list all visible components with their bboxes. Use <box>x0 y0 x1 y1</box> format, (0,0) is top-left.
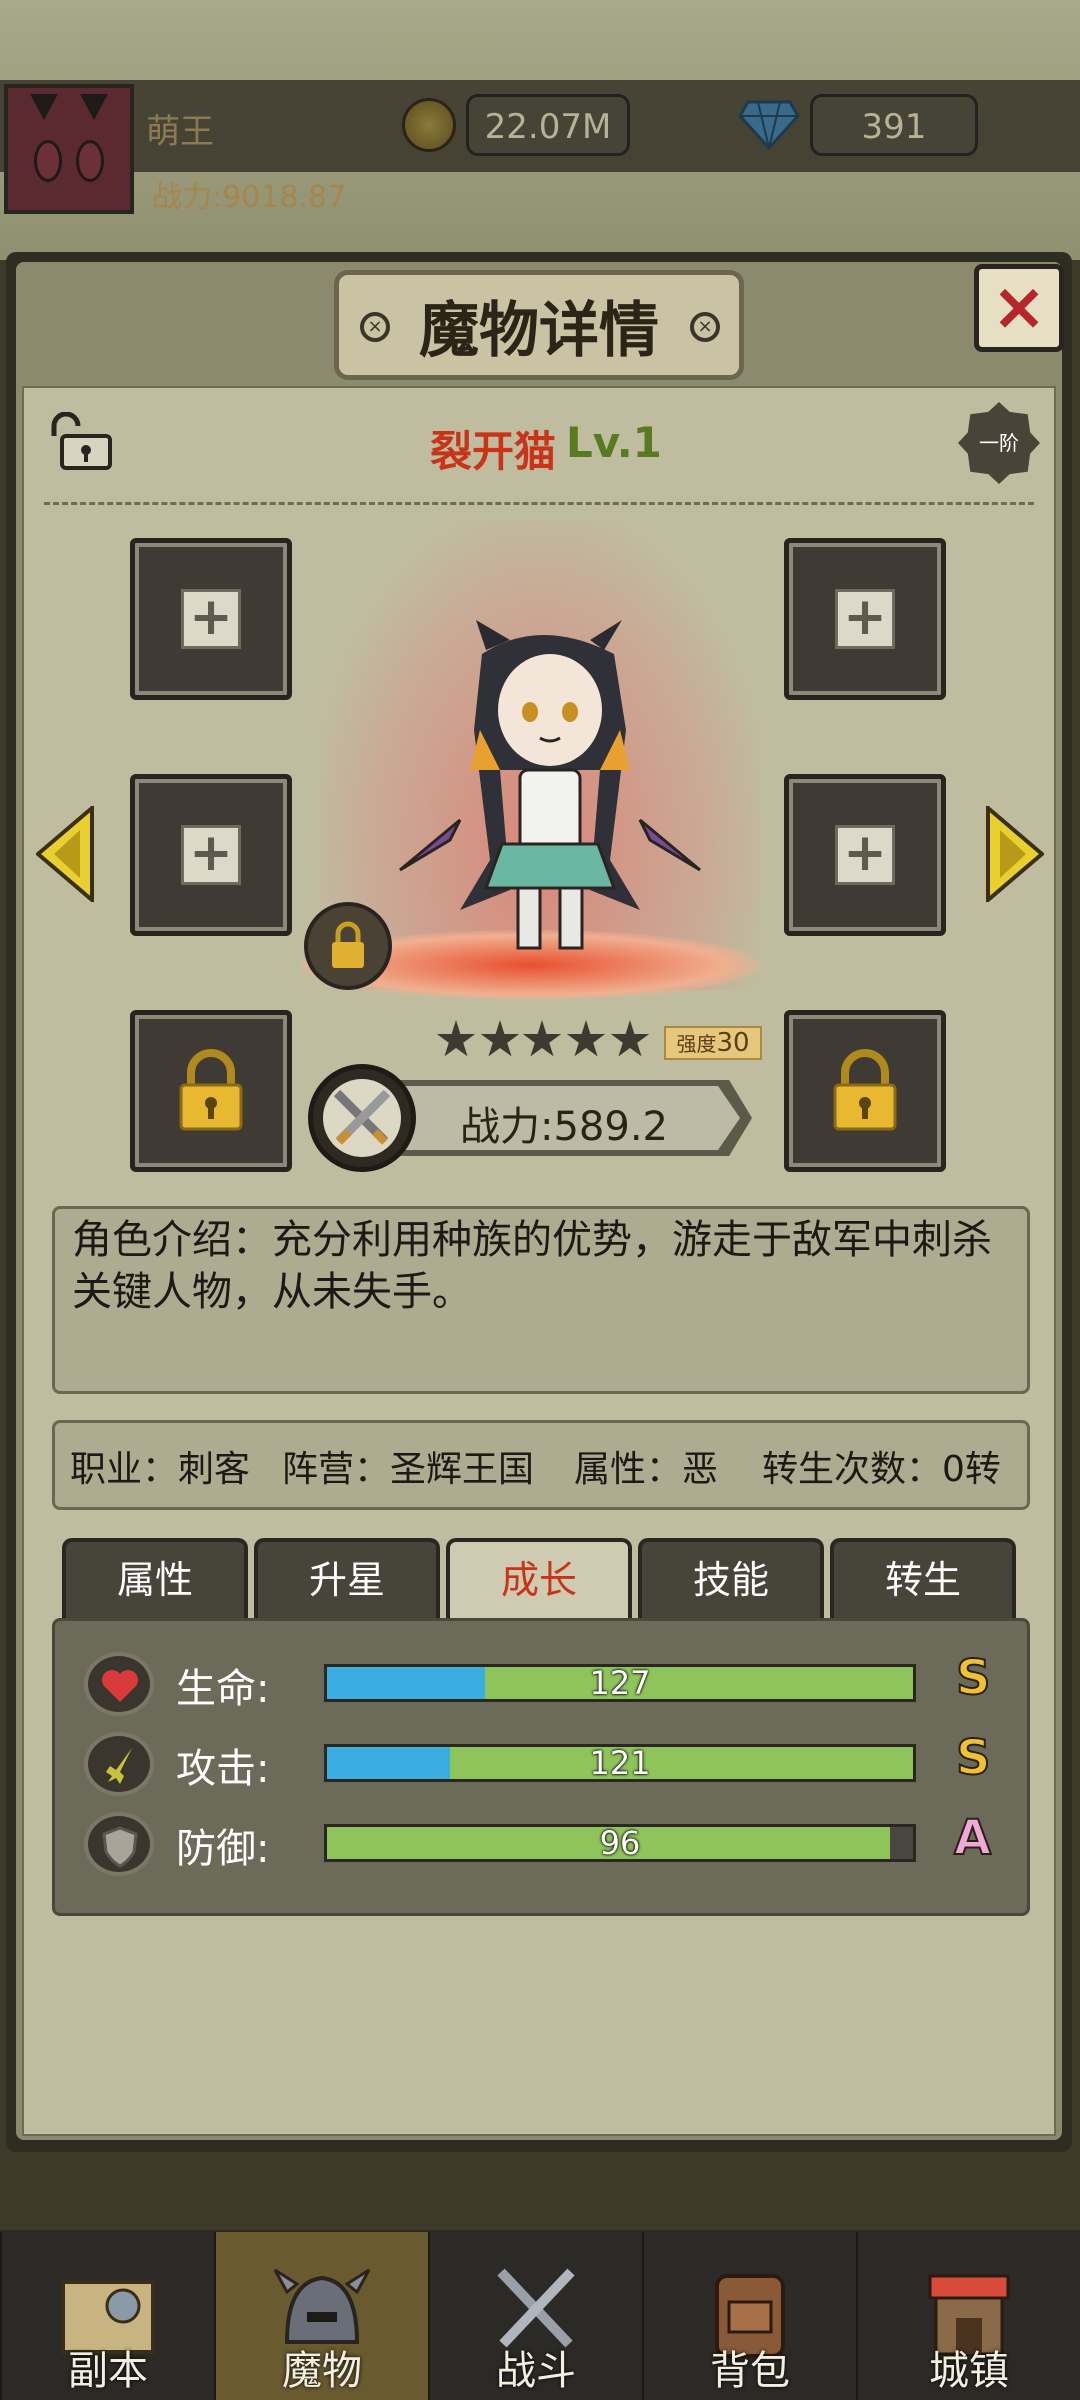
defense-growth-bar: 96 <box>324 1824 916 1862</box>
nav-backpack-label: 背包 <box>710 2348 790 2394</box>
crossed-swords-icon <box>308 1064 416 1172</box>
monster-faction: 阵营：圣辉王国 <box>282 1449 535 1490</box>
monster-rebirth-count: 转生次数：0转 <box>762 1449 1001 1490</box>
tier-label: 一阶 <box>979 431 1019 455</box>
add-equipment-icon: + <box>181 589 241 649</box>
equipment-slot[interactable]: + <box>784 774 946 936</box>
lock-icon <box>833 1049 897 1131</box>
diamond-icon <box>738 100 800 150</box>
nav-monsters[interactable]: 魔物 <box>214 2232 428 2400</box>
strength-value: 30 <box>716 1028 750 1058</box>
close-button[interactable]: × <box>974 264 1064 352</box>
nav-town-label: 城镇 <box>929 2348 1009 2394</box>
next-monster-arrow-icon[interactable] <box>986 806 1044 902</box>
attack-growth-bar: 121 <box>324 1744 916 1782</box>
monster-character-image <box>399 620 701 950</box>
panel-title: 魔物详情 <box>419 296 659 366</box>
monster-class: 职业：刺客 <box>70 1449 251 1490</box>
avatar[interactable] <box>4 84 134 214</box>
monster-name: 裂开猫 <box>430 427 557 476</box>
monster-attribute: 属性：恶 <box>574 1449 719 1490</box>
nav-dungeon[interactable]: 副本 <box>0 2232 214 2400</box>
tab-growth[interactable]: 成长 <box>446 1538 632 1620</box>
nav-town[interactable]: 城镇 <box>856 2232 1080 2400</box>
lock-icon <box>179 1049 243 1131</box>
monster-level: Lv.1 <box>566 418 662 467</box>
equipment-slot[interactable]: + <box>130 538 292 700</box>
nav-monsters-label: 魔物 <box>282 2348 362 2394</box>
defense-growth-grade: A <box>953 1809 992 1867</box>
locked-equipment-slot[interactable] <box>784 1010 946 1172</box>
shield-icon <box>84 1812 154 1876</box>
hp-growth-bar: 127 <box>324 1664 916 1702</box>
attack-label: 攻击: <box>176 1746 270 1792</box>
add-equipment-icon: + <box>835 825 895 885</box>
equipment-slot[interactable]: + <box>784 538 946 700</box>
divider <box>44 502 1034 505</box>
locked-equipment-slot[interactable] <box>130 1010 292 1172</box>
strength-label: 强度 <box>676 1032 717 1056</box>
monster-description: 角色介绍：充分利用种族的优势，游走于敌军中刺杀关键人物，从未失手。 <box>72 1217 992 1315</box>
player-name: 萌王 <box>146 112 214 152</box>
nav-backpack[interactable]: 背包 <box>642 2232 856 2400</box>
strength-badge: 强度30 <box>664 1026 762 1060</box>
defense-label: 防御: <box>176 1826 270 1872</box>
nav-battle[interactable]: 战斗 <box>428 2232 642 2400</box>
lock-icon <box>332 921 364 968</box>
tab-rebirth[interactable]: 转生 <box>830 1538 1016 1620</box>
heart-icon <box>84 1652 154 1716</box>
player-power: 战力:9018.87 <box>152 180 347 215</box>
add-equipment-icon: + <box>181 825 241 885</box>
sword-icon <box>84 1732 154 1796</box>
defense-growth-value: 96 <box>599 1824 641 1862</box>
unlock-icon[interactable] <box>44 412 116 472</box>
gold-amount: 22.07M <box>466 94 630 156</box>
locked-skill-button[interactable] <box>304 902 392 990</box>
add-equipment-icon: + <box>835 589 895 649</box>
nav-battle-label: 战斗 <box>496 2348 576 2394</box>
previous-monster-arrow-icon[interactable] <box>36 806 94 902</box>
equipment-slot[interactable]: + <box>130 774 292 936</box>
attack-growth-grade: S <box>955 1729 992 1787</box>
gem-amount: 391 <box>810 94 978 156</box>
tab-skills[interactable]: 技能 <box>638 1538 824 1620</box>
tab-star-up[interactable]: 升星 <box>254 1538 440 1620</box>
attack-growth-value: 121 <box>589 1744 651 1782</box>
tab-attributes[interactable]: 属性 <box>62 1538 248 1620</box>
hp-growth-value: 127 <box>589 1664 651 1702</box>
hp-label: 生命: <box>176 1666 270 1712</box>
nav-dungeon-label: 副本 <box>68 2348 148 2394</box>
gold-coin-icon <box>402 98 456 152</box>
combat-power-value: 战力:589.2 <box>460 1104 668 1150</box>
hp-growth-grade: S <box>955 1649 992 1707</box>
